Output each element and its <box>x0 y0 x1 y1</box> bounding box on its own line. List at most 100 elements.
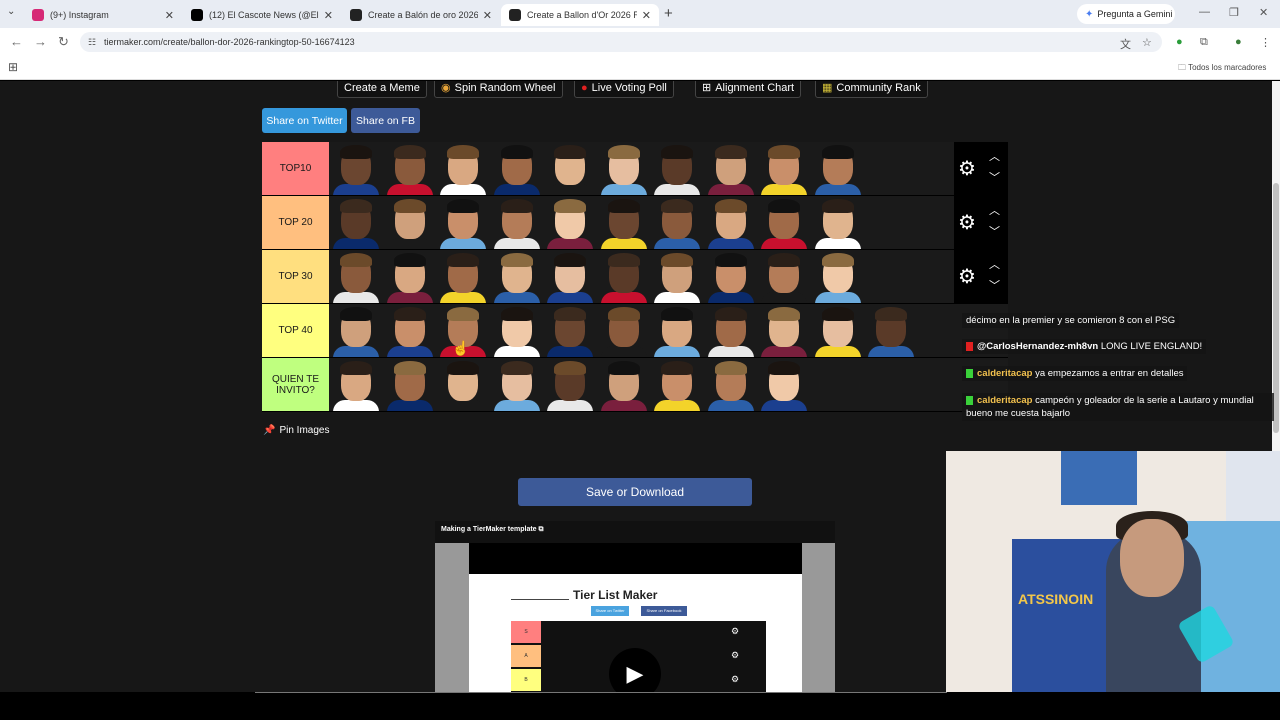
address-bar[interactable]: ☷ tiermaker.com/create/ballon-dor-2026-r… <box>80 32 1162 52</box>
player-image[interactable] <box>704 250 758 303</box>
chevron-up-icon[interactable]: ︿ <box>989 256 1000 272</box>
player-image[interactable] <box>757 142 811 195</box>
player-image[interactable] <box>704 196 758 249</box>
chevron-down-icon[interactable]: ﹀ <box>989 277 1000 293</box>
player-image[interactable] <box>436 250 490 303</box>
player-image[interactable] <box>704 304 758 357</box>
forward-icon[interactable]: → <box>34 34 47 49</box>
player-image[interactable] <box>383 142 437 195</box>
extension-status-icon[interactable]: ● <box>1176 36 1183 48</box>
tier-label[interactable]: TOP 30 <box>262 250 329 303</box>
player-image[interactable] <box>543 358 597 411</box>
gear-icon[interactable]: ⚙ <box>958 156 976 181</box>
translate-icon[interactable]: 文 <box>1120 36 1131 52</box>
pin-images-link[interactable]: 📌 Pin Images <box>263 425 329 436</box>
player-image[interactable] <box>383 304 437 357</box>
player-image[interactable] <box>757 250 811 303</box>
player-image[interactable] <box>811 250 865 303</box>
minimize-icon[interactable]: — <box>1199 6 1210 18</box>
save-download-button[interactable]: Save or Download <box>518 478 752 506</box>
player-image[interactable] <box>329 304 383 357</box>
close-icon[interactable]: ✕ <box>642 9 651 22</box>
tier-label[interactable]: QUIEN TE INVITO? <box>262 358 329 411</box>
back-icon[interactable]: ← <box>10 34 23 49</box>
chevron-up-icon[interactable]: ︿ <box>989 202 1000 218</box>
apps-icon[interactable]: ⊞ <box>8 60 18 74</box>
player-image[interactable] <box>757 304 811 357</box>
player-image[interactable] <box>329 142 383 195</box>
player-image[interactable] <box>704 142 758 195</box>
tab-search-icon[interactable]: ⌄ <box>7 6 15 17</box>
share-twitter-button[interactable]: Share on Twitter <box>262 108 347 133</box>
create-meme-button[interactable]: Create a Meme <box>337 81 427 98</box>
player-image[interactable] <box>650 304 704 357</box>
player-image[interactable] <box>597 304 651 357</box>
tier-label[interactable]: TOP 20 <box>262 196 329 249</box>
player-image[interactable] <box>436 196 490 249</box>
close-icon[interactable]: ✕ <box>483 9 492 22</box>
tab-tiermaker-active[interactable]: Create a Ballon d'Or 2026 Rank ✕ <box>501 4 659 26</box>
player-image[interactable] <box>543 250 597 303</box>
player-image[interactable] <box>597 250 651 303</box>
player-image[interactable] <box>543 142 597 195</box>
player-image[interactable] <box>597 358 651 411</box>
player-image[interactable] <box>383 250 437 303</box>
player-image[interactable] <box>329 358 383 411</box>
close-icon[interactable]: ✕ <box>165 9 174 22</box>
menu-icon[interactable]: ⋮ <box>1260 36 1271 49</box>
share-fb-button[interactable]: Share on FB <box>351 108 420 133</box>
all-bookmarks[interactable]: 🗀 Todos los marcadores <box>1178 62 1266 76</box>
community-rank-button[interactable]: ▦ Community Rank <box>815 81 928 98</box>
close-icon[interactable]: ✕ <box>324 9 333 22</box>
player-image[interactable] <box>490 250 544 303</box>
player-image[interactable] <box>757 196 811 249</box>
profile-avatar[interactable]: ● <box>1235 36 1242 48</box>
gear-icon[interactable]: ⚙ <box>958 264 976 289</box>
player-image[interactable] <box>597 142 651 195</box>
close-window-icon[interactable]: ✕ <box>1259 6 1268 19</box>
tab-tiermaker-1[interactable]: Create a Balón de oro 2026 Tier ✕ <box>342 4 500 26</box>
player-image[interactable] <box>704 358 758 411</box>
tab-instagram[interactable]: (9+) Instagram ✕ <box>24 4 182 26</box>
player-image[interactable] <box>864 304 918 357</box>
player-image[interactable] <box>757 358 811 411</box>
bookmark-star-icon[interactable]: ☆ <box>1142 36 1152 49</box>
player-image[interactable] <box>436 142 490 195</box>
gemini-button[interactable]: ✦ Pregunta a Gemini <box>1077 4 1175 24</box>
player-image[interactable] <box>597 196 651 249</box>
player-image[interactable] <box>650 250 704 303</box>
player-image[interactable] <box>650 196 704 249</box>
player-image[interactable] <box>543 304 597 357</box>
player-image[interactable] <box>490 304 544 357</box>
tier-label[interactable]: TOP 40 <box>262 304 329 357</box>
player-image[interactable] <box>383 358 437 411</box>
player-image[interactable] <box>811 196 865 249</box>
player-image[interactable] <box>490 358 544 411</box>
player-image[interactable] <box>490 142 544 195</box>
player-image[interactable] <box>490 196 544 249</box>
extensions-icon[interactable]: ⧉ <box>1200 36 1208 49</box>
voting-poll-button[interactable]: ● Live Voting Poll <box>574 81 674 98</box>
player-image[interactable] <box>811 304 865 357</box>
player-image[interactable] <box>650 142 704 195</box>
player-image[interactable] <box>436 358 490 411</box>
alignment-chart-button[interactable]: ⊞ Alignment Chart <box>695 81 802 98</box>
chevron-up-icon[interactable]: ︿ <box>989 148 1000 164</box>
player-image[interactable] <box>650 358 704 411</box>
tab-x[interactable]: (12) El Cascote News (@ElCascote ✕ <box>183 4 341 26</box>
chevron-down-icon[interactable]: ﹀ <box>989 169 1000 185</box>
tutorial-video[interactable]: Making a TierMaker template ⧉ Tier List … <box>435 521 835 692</box>
restore-icon[interactable]: ❐ <box>1229 6 1239 19</box>
site-info-icon[interactable]: ☷ <box>88 37 96 48</box>
player-image[interactable] <box>329 250 383 303</box>
play-icon[interactable]: ▶ <box>609 648 661 692</box>
player-image[interactable] <box>329 196 383 249</box>
reload-icon[interactable]: ↻ <box>58 34 69 50</box>
gear-icon[interactable]: ⚙ <box>958 210 976 235</box>
player-image[interactable] <box>383 196 437 249</box>
tier-label[interactable]: TOP10 <box>262 142 329 195</box>
player-image[interactable] <box>811 142 865 195</box>
spin-wheel-button[interactable]: ◉ Spin Random Wheel <box>434 81 563 98</box>
new-tab-icon[interactable]: + <box>664 5 673 22</box>
player-image[interactable] <box>543 196 597 249</box>
